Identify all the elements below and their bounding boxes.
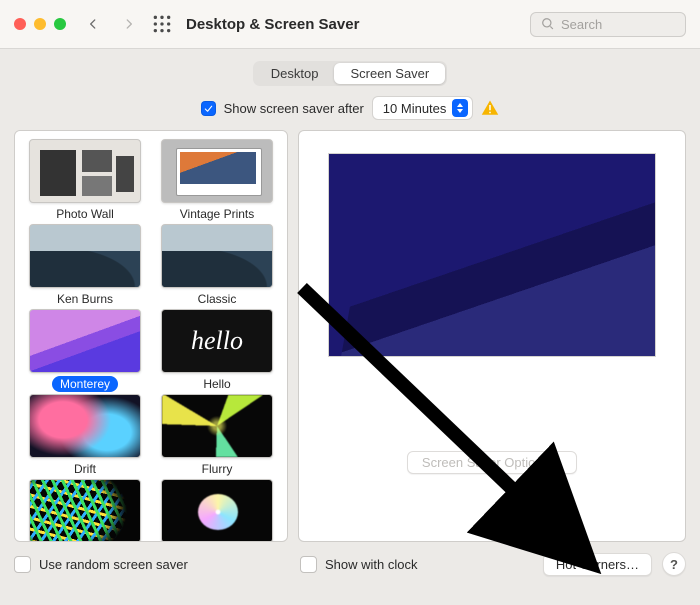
close-window-button[interactable] (14, 18, 26, 30)
hot-corners-button[interactable]: Hot Corners… (543, 553, 652, 576)
random-checkbox[interactable] (14, 556, 31, 573)
tab-desktop[interactable]: Desktop (255, 63, 335, 84)
screensaver-item-flurry[interactable]: Flurry (153, 394, 281, 477)
screensaver-thumb-drift (29, 394, 141, 458)
screensaver-item-ken-burns[interactable]: Ken Burns (21, 224, 149, 307)
screensaver-item-shell[interactable]: Shell (153, 479, 281, 542)
help-button[interactable]: ? (662, 552, 686, 576)
checkmark-icon (203, 103, 214, 114)
screensaver-label: Flurry (194, 461, 241, 477)
screensaver-label: Classic (190, 291, 245, 307)
screensaver-thumb-hello: hello (161, 309, 273, 373)
show-all-icon[interactable] (152, 14, 172, 34)
screensaver-item-vintage-prints[interactable]: Vintage Prints (153, 139, 281, 222)
screensaver-thumb-flurry (161, 394, 273, 458)
forward-button[interactable] (116, 11, 142, 37)
screensaver-thumb-shell (161, 479, 273, 542)
zoom-window-button[interactable] (54, 18, 66, 30)
show-after-label: Show screen saver after (224, 101, 364, 116)
preview-pane: Screen Saver Options… (298, 130, 686, 542)
screensaver-thumb-monterey (29, 309, 141, 373)
window-title: Desktop & Screen Saver (186, 16, 359, 33)
window-controls (14, 18, 66, 30)
show-after-checkbox[interactable] (201, 101, 216, 116)
minimize-window-button[interactable] (34, 18, 46, 30)
screensaver-thumb-photo-wall (29, 139, 141, 203)
screensaver-thumb-vintage-prints (161, 139, 273, 203)
screensaver-item-arabesque[interactable]: Arabesque (21, 479, 149, 542)
bottom-bar: Use random screen saver Show with clock … (14, 552, 686, 576)
preview-thumbnail (328, 153, 656, 357)
show-with-clock-checkbox[interactable] (300, 556, 317, 573)
show-after-value: 10 Minutes (383, 101, 447, 116)
screensaver-label: Monterey (52, 376, 118, 392)
screensaver-list[interactable]: Photo Wall Vintage Prints Ken Burns Classic… (14, 130, 288, 542)
random-label: Use random screen saver (39, 557, 188, 572)
screensaver-label: Vintage Prints (172, 206, 263, 222)
screen-saver-options-button[interactable]: Screen Saver Options… (407, 451, 577, 474)
screensaver-item-classic[interactable]: Classic (153, 224, 281, 307)
search-icon (541, 17, 555, 31)
search-field[interactable]: Search (530, 12, 686, 37)
screensaver-item-drift[interactable]: Drift (21, 394, 149, 477)
screensaver-label: Hello (195, 376, 238, 392)
back-button[interactable] (80, 11, 106, 37)
screensaver-label: Drift (66, 461, 104, 477)
screensaver-thumb-arabesque (29, 479, 141, 542)
show-with-clock-label: Show with clock (325, 557, 417, 572)
warning-icon (481, 99, 499, 117)
search-placeholder: Search (561, 17, 602, 32)
screensaver-thumb-classic (161, 224, 273, 288)
screensaver-label: Photo Wall (48, 206, 122, 222)
stepper-icon (452, 99, 468, 117)
screensaver-thumb-ken-burns (29, 224, 141, 288)
window-toolbar: Desktop & Screen Saver Search (0, 0, 700, 49)
screensaver-item-photo-wall[interactable]: Photo Wall (21, 139, 149, 222)
tab-screen-saver[interactable]: Screen Saver (334, 63, 445, 84)
show-after-popup[interactable]: 10 Minutes (372, 96, 474, 120)
screensaver-item-monterey[interactable]: Monterey (21, 309, 149, 392)
tab-group: Desktop Screen Saver (253, 61, 447, 86)
screensaver-item-hello[interactable]: hello Hello (153, 309, 281, 392)
screensaver-label: Ken Burns (49, 291, 121, 307)
show-after-row: Show screen saver after 10 Minutes (14, 96, 686, 120)
